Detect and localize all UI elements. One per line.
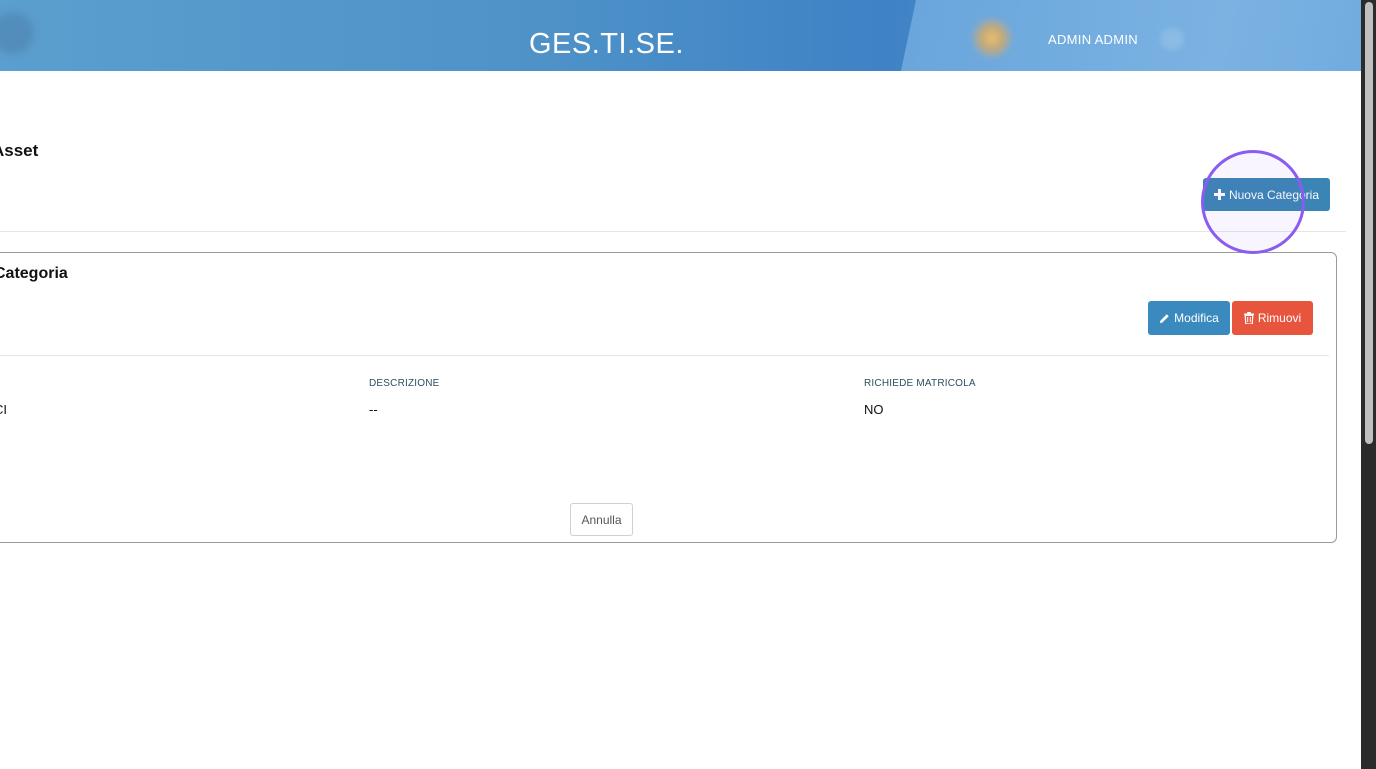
plus-icon [1213,189,1225,200]
edit-label: Modifica [1174,311,1219,325]
edit-button[interactable]: Modifica [1148,301,1230,335]
pencil-icon [1159,313,1170,324]
user-menu-icon[interactable] [1160,28,1184,50]
field-value-code: CI [0,402,7,417]
new-category-label: Nuova Categoria [1228,187,1320,202]
scrollbar-thumb[interactable] [1365,2,1373,444]
header-divider [0,231,1346,232]
remove-button[interactable]: Rimuovi [1232,301,1313,335]
field-label-description: DESCRIZIONE [369,378,440,389]
field-value-requires-serial: NO [864,402,884,417]
app-title: GES.TI.SE. [529,28,684,60]
user-name[interactable]: ADMIN ADMIN [1048,32,1138,47]
card-title: Categoria [0,265,68,282]
top-header: GES.TI.SE. ADMIN ADMIN [0,0,1361,71]
avatar[interactable] [972,18,1012,58]
page-title: Asset [0,141,39,160]
page: GES.TI.SE. ADMIN ADMIN Asset Nuova Categ… [0,0,1376,769]
category-card [0,252,1337,543]
remove-label: Rimuovi [1257,311,1302,325]
new-category-button[interactable]: Nuova Categoria [1203,178,1330,211]
cancel-button[interactable]: Annulla [570,503,633,536]
card-divider [0,355,1329,356]
trash-icon [1243,312,1254,324]
menu-toggle-icon[interactable] [0,12,34,54]
field-value-description: -- [369,402,378,417]
vertical-scrollbar[interactable] [1361,0,1376,769]
field-label-requires-serial: RICHIEDE MATRICOLA [864,378,976,389]
